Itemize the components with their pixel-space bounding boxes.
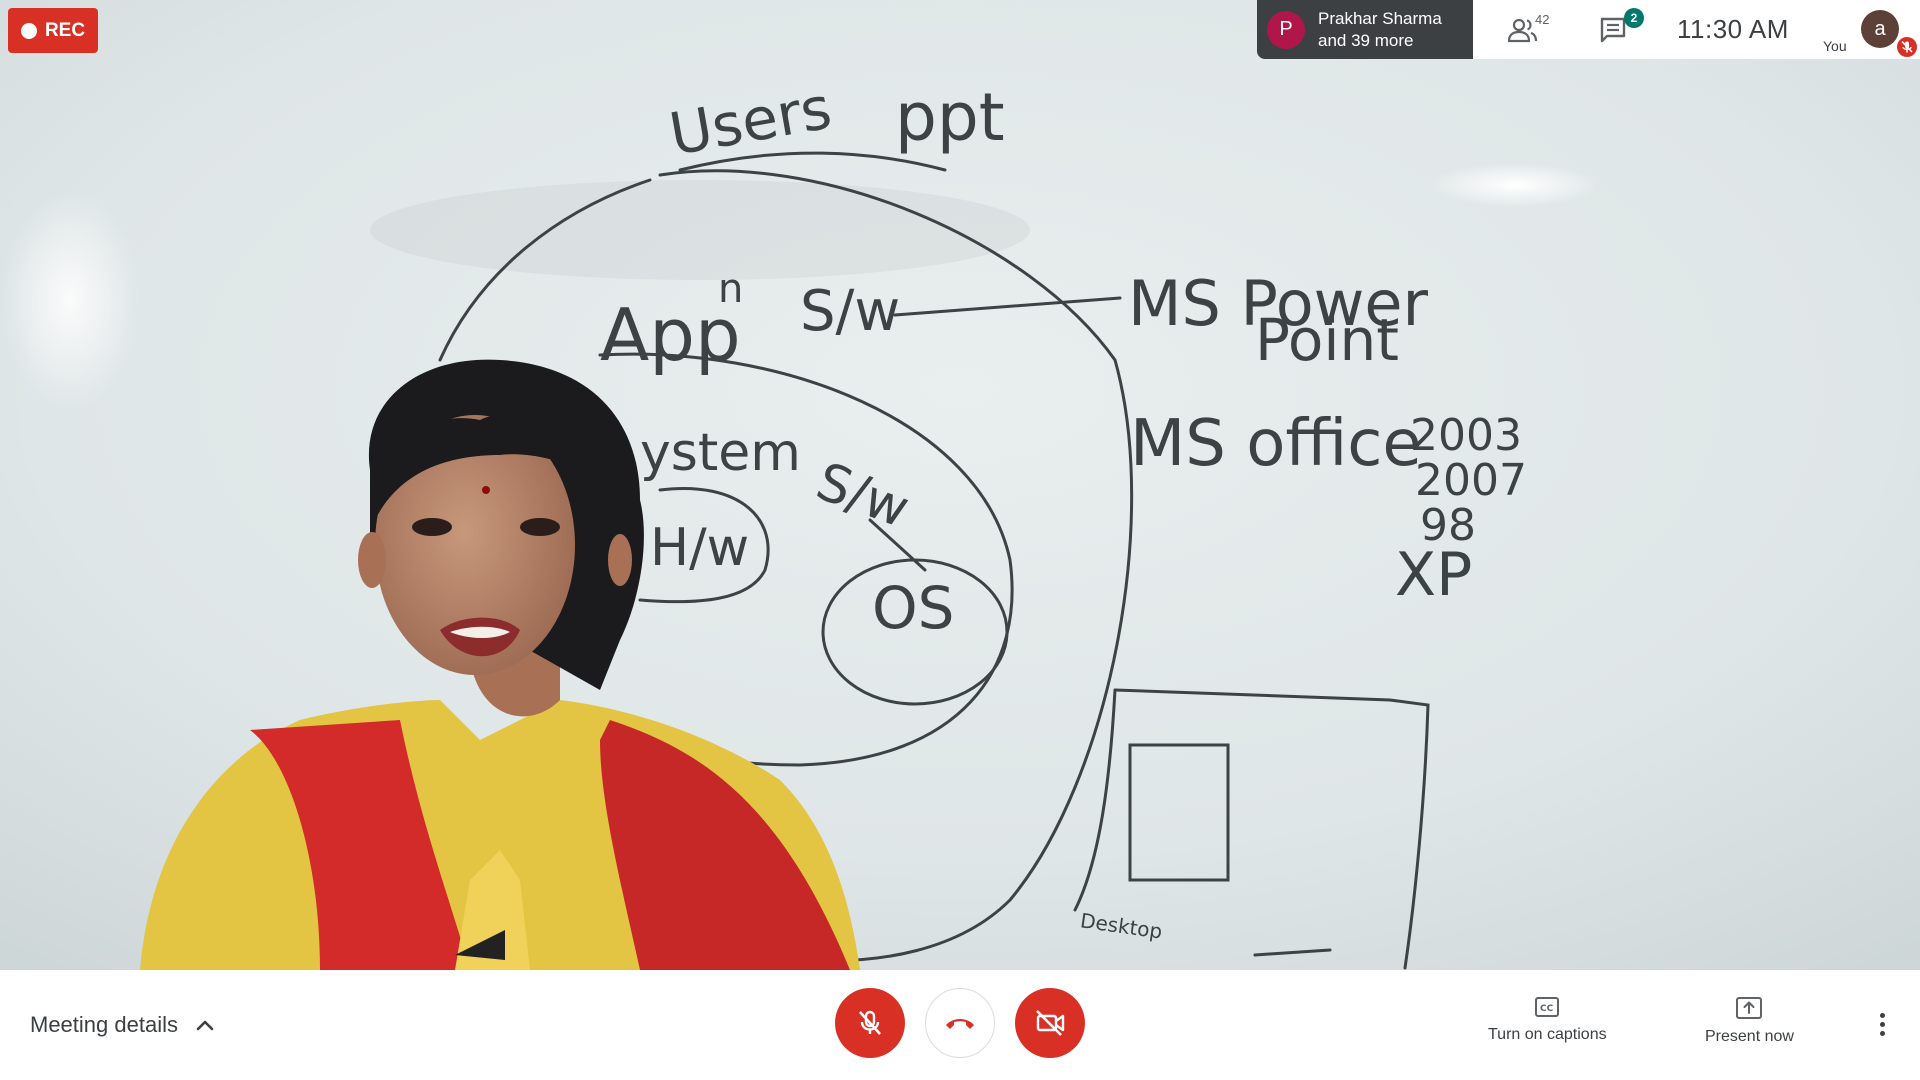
recording-label: REC (44, 19, 86, 41)
presenter-names: Prakhar Sharma and 39 more (1318, 8, 1442, 52)
call-end-icon (946, 1019, 974, 1029)
board-text-hw: H/w (650, 518, 749, 578)
whiteboard-video: Users ppt App n S/w MS Power Point ystem… (0, 0, 1920, 970)
leave-call-button[interactable] (925, 988, 995, 1058)
captions-button[interactable]: CC Turn on captions (1488, 996, 1607, 1044)
mic-toggle-button[interactable] (835, 988, 905, 1058)
presenter-name: Prakhar Sharma (1318, 8, 1442, 28)
board-text-ppt: ppt (895, 79, 1005, 156)
presenter-card[interactable]: P Prakhar Sharma and 39 more (1257, 0, 1473, 59)
presenter-others: and 39 more (1318, 30, 1414, 50)
self-label: You (1823, 38, 1847, 54)
mic-off-icon (859, 1010, 881, 1035)
board-text-apph-sup: n (718, 266, 743, 312)
more-options-button[interactable] (1870, 1006, 1894, 1042)
board-text-2007: 2007 (1415, 455, 1527, 506)
closed-captions-icon: CC (1535, 997, 1560, 1017)
meeting-details-button[interactable]: Meeting details (30, 1012, 214, 1038)
board-text-os: OS (872, 574, 954, 642)
present-to-all-icon (1736, 997, 1763, 1019)
board-text-sw1: S/w (800, 279, 900, 344)
present-now-button[interactable]: Present now (1705, 996, 1794, 1046)
present-label: Present now (1705, 1028, 1794, 1045)
chat-button[interactable]: 2 (1593, 7, 1644, 50)
recording-badge: REC (8, 8, 98, 53)
participants-count: 42 (1535, 11, 1550, 27)
board-text-xp: XP (1395, 540, 1472, 610)
people-button[interactable]: 42 (1503, 10, 1549, 50)
more-vert-icon (1879, 1012, 1885, 1018)
board-text-point: Point (1255, 306, 1399, 374)
captions-label: Turn on captions (1488, 1026, 1607, 1043)
camera-toggle-button[interactable] (1015, 988, 1085, 1058)
meeting-details-label: Meeting details (30, 1012, 178, 1037)
chat-icon (1600, 17, 1626, 42)
svg-text:CC: CC (1540, 1004, 1554, 1014)
videocam-off-icon (1036, 1010, 1065, 1036)
chat-badge: 2 (1624, 7, 1644, 28)
clock: 11:30 AM (1677, 14, 1789, 44)
self-avatar: a (1861, 10, 1899, 48)
bottom-toolbar: Meeting details CC Turn on captions Pres… (0, 970, 1920, 1080)
people-icon (1508, 18, 1538, 42)
board-text-ms-office: MS office (1130, 407, 1422, 481)
mic-off-icon (1897, 37, 1917, 57)
self-view[interactable]: a You (1813, 0, 1920, 59)
record-dot-icon (20, 22, 37, 39)
chevron-up-icon (196, 1020, 214, 1031)
top-toolbar: 42 2 11:30 AM a You (1473, 0, 1920, 59)
video-feed: Users ppt App n S/w MS Power Point ystem… (0, 0, 1920, 970)
presenter-avatar: P (1267, 10, 1305, 49)
board-text-system: ystem (640, 423, 801, 483)
board-text-2003: 2003 (1410, 410, 1522, 461)
